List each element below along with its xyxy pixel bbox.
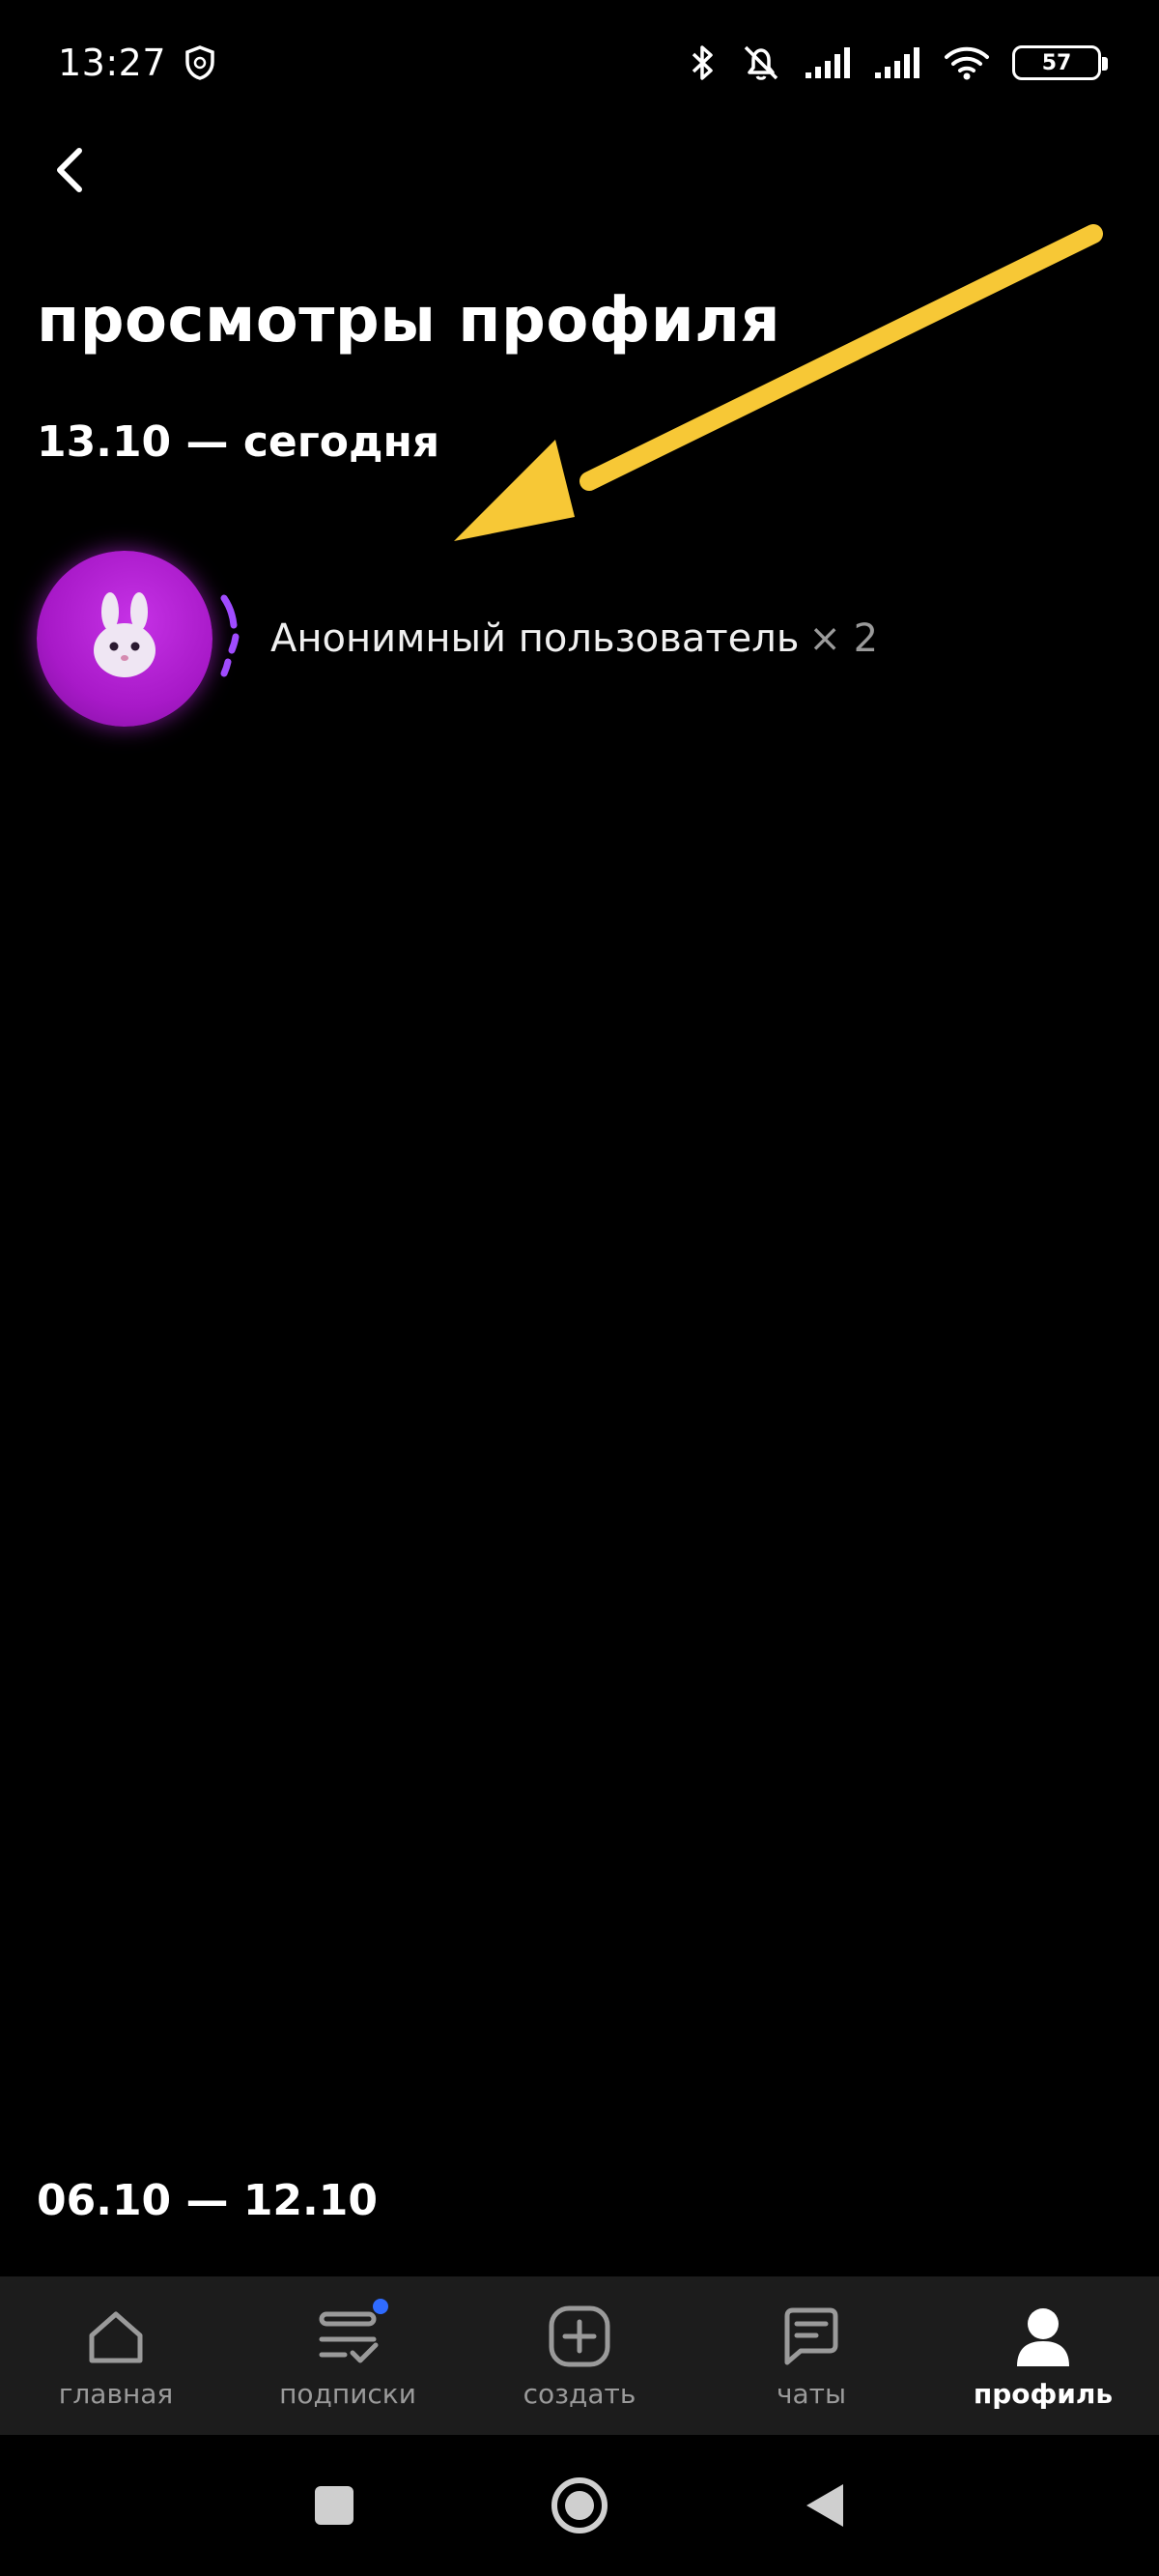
tab-label: чаты: [776, 2377, 847, 2410]
signal-icon: [804, 45, 852, 80]
tab-label: профиль: [973, 2377, 1114, 2410]
avatar[interactable]: [37, 551, 212, 727]
system-nav-bar: [0, 2435, 1159, 2576]
back-button[interactable]: [39, 135, 116, 213]
recent-apps-icon[interactable]: [312, 2483, 356, 2528]
arrow-shaft: [580, 224, 1103, 491]
bottom-tab-bar: главная подписки создать чаты профиль: [0, 2276, 1159, 2435]
tab-create[interactable]: создать: [483, 2303, 676, 2410]
annotation-arrow-icon: [454, 224, 1103, 541]
tab-label: главная: [58, 2377, 174, 2410]
tab-chats[interactable]: чаты: [715, 2303, 908, 2410]
back-triangle-icon[interactable]: [803, 2481, 847, 2530]
tab-label: создать: [523, 2377, 636, 2410]
visitor-count: × 2: [808, 616, 879, 661]
chevron-left-icon: [57, 148, 82, 192]
battery-level: 57: [1041, 50, 1072, 75]
shield-icon: [184, 44, 216, 81]
person-icon: [1017, 2307, 1069, 2366]
tab-subscriptions[interactable]: подписки: [251, 2298, 444, 2410]
visitor-name[interactable]: Анонимный пользователь: [270, 616, 799, 661]
story-ring-icon: [220, 594, 240, 677]
bell-muted-icon: [740, 43, 782, 82]
chat-icon: [784, 2307, 838, 2364]
tab-profile[interactable]: профиль: [947, 2303, 1140, 2410]
tab-home[interactable]: главная: [19, 2303, 212, 2410]
visitor-row[interactable]: Анонимный пользователь × 2: [37, 551, 878, 727]
wifi-icon: [943, 43, 991, 82]
arrow-head: [454, 440, 575, 541]
bunny-icon: [94, 592, 155, 677]
subscriptions-icon: [319, 2311, 379, 2362]
bluetooth-icon: [688, 43, 719, 82]
plus-square-icon: [549, 2305, 610, 2366]
date-range-header: 13.10 — сегодня: [37, 417, 440, 467]
tab-label: подписки: [279, 2377, 416, 2410]
notification-badge: [373, 2298, 388, 2314]
battery-icon: 57: [1012, 45, 1108, 80]
home-icon: [89, 2311, 143, 2362]
status-time: 13:27: [58, 42, 167, 84]
status-bar: 13:27 57: [0, 0, 1159, 126]
home-circle-icon[interactable]: [550, 2476, 609, 2535]
signal-icon: [873, 45, 921, 80]
date-range-header: 06.10 — 12.10: [37, 2176, 378, 2225]
